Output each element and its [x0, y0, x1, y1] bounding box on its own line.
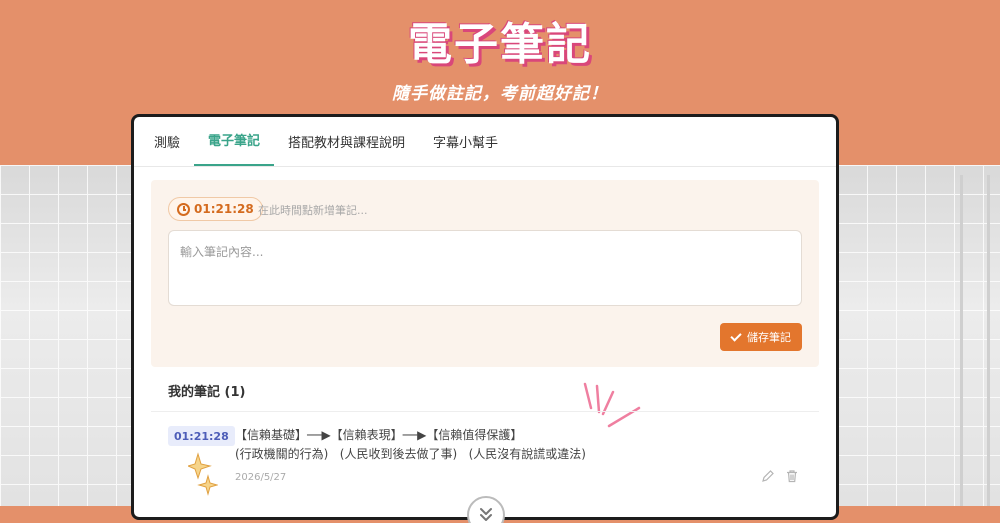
shelf-decoration [960, 175, 990, 515]
clock-icon [177, 202, 190, 216]
tab-materials[interactable]: 搭配教材與課程說明 [274, 117, 419, 166]
tab-bar: 測驗 電子筆記 搭配教材與課程說明 字幕小幫手 [134, 117, 836, 167]
timestamp-value: 01:21:28 [194, 202, 254, 216]
trash-icon[interactable] [785, 469, 799, 483]
note-date: 2026/5/27 [235, 472, 287, 483]
tab-quiz[interactable]: 測驗 [140, 117, 194, 166]
note-text-line-2: (行政機關的行為) (人民收到後去做了事) (人民沒有說謊或違法) [235, 447, 586, 461]
hero-title: 電子筆記 [408, 19, 592, 70]
note-text-line-1: 【信賴基礎】──▶【信賴表現】──▶【信賴值得保護】 [235, 428, 523, 442]
pencil-icon[interactable] [761, 469, 775, 483]
save-note-button[interactable]: 儲存筆記 [720, 323, 802, 351]
timestamp-hint: 在此時間點新增筆記... [258, 204, 368, 217]
save-note-label: 儲存筆記 [747, 331, 791, 344]
note-item: 01:21:28 【信賴基礎】──▶【信賴表現】──▶【信賴值得保護】 (行政機… [151, 412, 819, 496]
my-notes-heading: 我的筆記 (1) [168, 385, 246, 400]
notes-panel: 測驗 電子筆記 搭配教材與課程說明 字幕小幫手 01:21:28 在此時間點新增… [131, 114, 839, 520]
check-icon [730, 329, 742, 342]
hero-subtitle: 隨手做註記，考前超好記！ [392, 84, 608, 104]
note-timestamp[interactable]: 01:21:28 [168, 426, 235, 446]
chevron-double-down-icon [480, 508, 492, 521]
tab-subtitles[interactable]: 字幕小幫手 [419, 117, 512, 166]
note-content-input[interactable] [168, 230, 802, 306]
sparkle-icon [188, 452, 218, 496]
tile-wall-left [0, 165, 134, 523]
timestamp-chip[interactable]: 01:21:28 [168, 197, 263, 221]
tab-e-notes[interactable]: 電子筆記 [194, 117, 275, 166]
note-editor: 01:21:28 在此時間點新增筆記... 儲存筆記 [151, 180, 819, 367]
